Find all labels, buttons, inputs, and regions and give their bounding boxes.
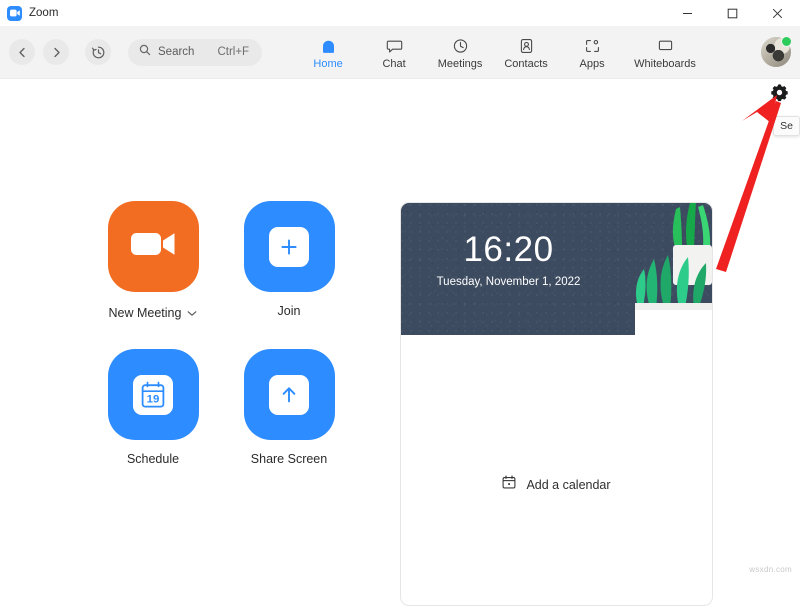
new-meeting-tile[interactable] — [108, 201, 199, 292]
action-schedule[interactable]: 19 Schedule — [85, 349, 221, 497]
gear-icon — [770, 83, 789, 107]
contact-card-icon — [518, 38, 535, 55]
tab-home[interactable]: Home — [295, 35, 361, 70]
clock-banner: 16:20 Tuesday, November 1, 2022 — [401, 203, 712, 335]
chevron-down-icon[interactable] — [187, 304, 197, 322]
schedule-label-row: Schedule — [127, 452, 179, 466]
window-title: Zoom — [29, 7, 58, 19]
tab-meetings[interactable]: Meetings — [427, 35, 493, 70]
tab-chat-label: Chat — [382, 58, 405, 70]
arrow-up-share-icon — [269, 375, 309, 415]
clock-display: 16:20 Tuesday, November 1, 2022 — [401, 232, 616, 288]
maximize-button[interactable] — [710, 0, 755, 26]
action-new-meeting[interactable]: New Meeting — [85, 201, 221, 349]
search-icon — [139, 43, 151, 61]
add-calendar-label: Add a calendar — [526, 478, 610, 492]
zoom-video-logo-icon — [7, 6, 22, 21]
search-shortcut-hint: Ctrl+F — [217, 46, 249, 58]
quick-actions-grid: New Meeting Join — [85, 201, 357, 497]
history-clock-icon[interactable] — [85, 39, 111, 65]
share-screen-label: Share Screen — [251, 452, 327, 466]
calendar-icon — [502, 475, 516, 494]
plus-icon — [269, 227, 309, 267]
tab-whiteboards-label: Whiteboards — [634, 58, 696, 70]
schedule-tile[interactable]: 19 — [108, 349, 199, 440]
avatar[interactable] — [761, 37, 791, 67]
title-bar-left: Zoom — [0, 6, 58, 21]
potted-plants-illustration — [602, 203, 712, 335]
nav-tabs: Home Chat Meetings — [295, 35, 705, 70]
tab-apps-label: Apps — [580, 58, 605, 70]
apps-grid-icon — [584, 38, 601, 55]
action-join[interactable]: Join — [221, 201, 357, 349]
watermark: wsxdn.com — [749, 565, 792, 574]
tab-apps[interactable]: Apps — [559, 35, 625, 70]
navigation-group — [0, 39, 111, 65]
search-input[interactable]: Search Ctrl+F — [128, 39, 262, 66]
status-badge — [781, 36, 792, 47]
tab-home-label: Home — [313, 58, 342, 70]
add-calendar-button[interactable]: Add a calendar — [401, 475, 712, 494]
chat-bubble-icon — [386, 38, 403, 55]
title-bar: Zoom — [0, 0, 800, 26]
share-screen-tile[interactable] — [244, 349, 335, 440]
tab-whiteboards[interactable]: Whiteboards — [625, 35, 705, 70]
new-meeting-label-row: New Meeting — [109, 304, 198, 322]
new-meeting-label: New Meeting — [109, 306, 182, 320]
settings-tooltip: Se — [773, 116, 800, 136]
video-camera-icon — [130, 229, 176, 264]
back-button[interactable] — [9, 39, 35, 65]
window-controls — [665, 0, 800, 26]
schedule-label: Schedule — [127, 452, 179, 466]
main-toolbar: Search Ctrl+F Home Chat — [0, 26, 800, 79]
calendar-19-icon: 19 — [133, 375, 173, 415]
clock-date: Tuesday, November 1, 2022 — [401, 276, 616, 288]
clock-time: 16:20 — [401, 232, 616, 267]
search-placeholder: Search — [158, 46, 194, 58]
action-share-screen[interactable]: Share Screen — [221, 349, 357, 497]
tab-contacts-label: Contacts — [504, 58, 547, 70]
minimize-button[interactable] — [665, 0, 710, 26]
tab-meetings-label: Meetings — [438, 58, 483, 70]
clock-icon — [452, 38, 469, 55]
home-icon — [320, 38, 337, 55]
share-screen-label-row: Share Screen — [251, 452, 327, 466]
tab-chat[interactable]: Chat — [361, 35, 427, 70]
card-body: Add a calendar — [401, 335, 712, 605]
whiteboard-icon — [657, 38, 674, 55]
forward-button[interactable] — [43, 39, 69, 65]
main-content: New Meeting Join — [0, 79, 800, 578]
calendar-day-number: 19 — [147, 393, 160, 405]
join-label-row: Join — [278, 304, 301, 318]
tab-contacts[interactable]: Contacts — [493, 35, 559, 70]
close-button[interactable] — [755, 0, 800, 26]
home-info-card: 16:20 Tuesday, November 1, 2022 Add a ca… — [400, 202, 713, 606]
settings-button[interactable]: Se — [768, 84, 790, 106]
join-label: Join — [278, 304, 301, 318]
join-tile[interactable] — [244, 201, 335, 292]
